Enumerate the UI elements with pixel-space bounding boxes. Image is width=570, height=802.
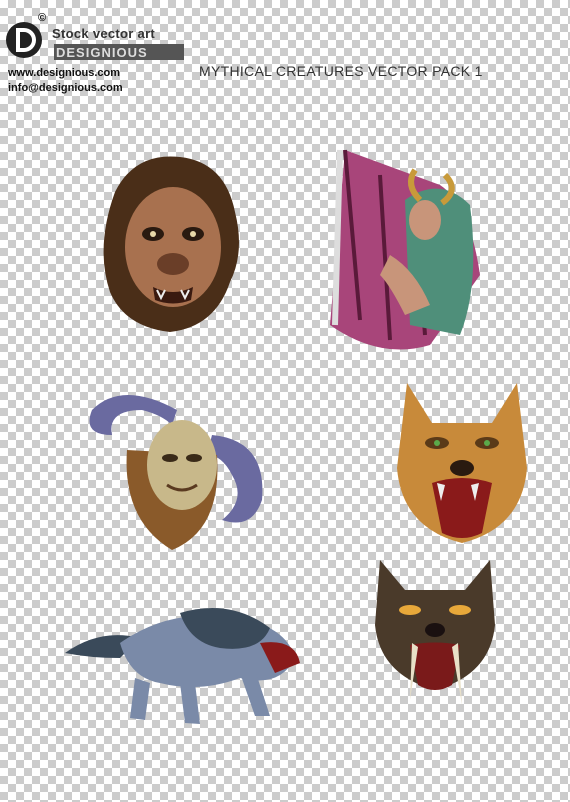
brand-wordmark: DESIGNIOUS bbox=[56, 45, 148, 60]
sabertooth-head-illustration bbox=[375, 560, 495, 705]
horned-satyr-head-illustration bbox=[89, 395, 263, 550]
pack-title: MYTHICAL CREATURES VECTOR PACK 1 bbox=[199, 63, 483, 79]
ape-man-head-illustration bbox=[103, 156, 239, 332]
copyright-mark: © bbox=[38, 12, 47, 24]
brand-tagline: Stock vector art bbox=[52, 26, 156, 41]
designious-logo bbox=[2, 12, 192, 72]
email-link[interactable]: info@designious.com bbox=[8, 82, 123, 94]
winged-harpy-illustration bbox=[330, 149, 480, 350]
werewolf-full-body-illustration bbox=[65, 608, 300, 724]
werewolf-head-illustration bbox=[397, 383, 527, 543]
website-link[interactable]: www.designious.com bbox=[8, 67, 120, 79]
